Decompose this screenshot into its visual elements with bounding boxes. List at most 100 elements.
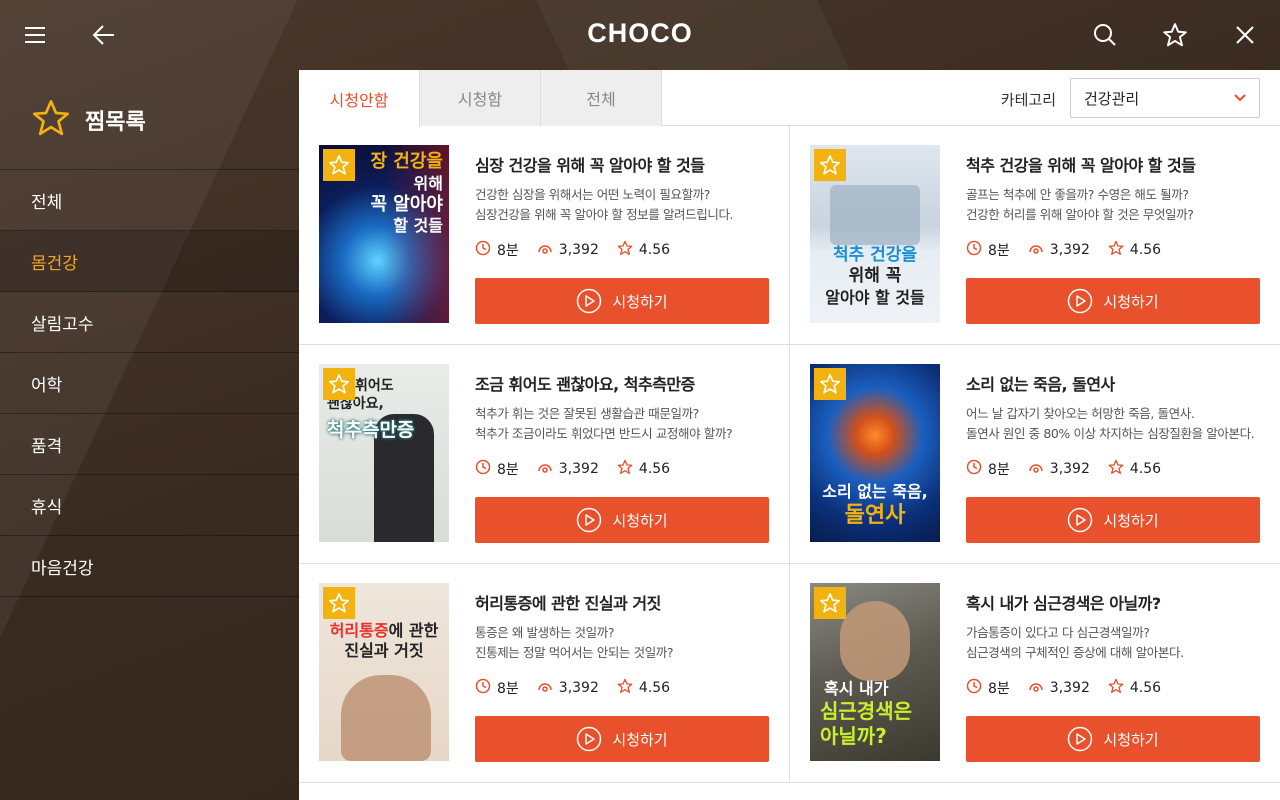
views-icon [537,459,553,479]
thumbnail-sudden-death[interactable]: 소리 없는 죽음, 돌연사 [810,364,940,542]
rating-star-icon [617,678,633,698]
thumbnail-back-pain[interactable]: 허리통증에 관한 진실과 거짓 [319,583,449,761]
rating: 4.56 [638,241,671,258]
sidebar-item-mind-health[interactable]: 마음건강 [0,536,299,597]
cover-text: 혹시 내가 [824,679,889,698]
description-line: 돌연사 원인 중 80% 이상 차지하는 심장질환을 알아본다. [966,426,1255,442]
rating-star-icon [1108,459,1124,479]
sidebar: 찜목록 전체 몸건강 살림고수 어학 품격 휴식 마음건강 [0,70,299,800]
rating: 4.56 [1129,460,1162,477]
duration: 8분 [988,242,1010,259]
cover-text: 위해 꼭 [848,266,902,287]
star-icon[interactable] [1155,15,1195,55]
chevron-down-icon [1233,91,1247,109]
views-icon [1028,240,1044,260]
cover-text: 허리통증 [329,621,389,640]
description-line: 골프는 척추에 안 좋을까? 수영은 해도 될까? [966,187,1189,202]
rating: 4.56 [638,460,671,477]
tab-watched[interactable]: 시청함 [420,70,541,126]
play-button[interactable]: 시청하기 [966,278,1260,324]
favorite-star-icon[interactable] [323,149,355,181]
favorite-star-icon[interactable] [814,149,846,181]
views-icon [537,240,553,260]
play-button[interactable]: 시청하기 [475,497,769,543]
card-info: 허리통증에 관한 진실과 거짓 통증은 왜 발생하는 것일까? 진통제는 정말 … [475,590,769,698]
content-card: 소리 없는 죽음, 돌연사 소리 없는 죽음, 돌연사 어느 날 갑자기 찾아오… [790,345,1280,564]
card-meta: 8분 3,392 4.56 [475,459,769,479]
rating-star-icon [1108,678,1124,698]
rating-star-icon [617,459,633,479]
clock-icon [966,459,982,479]
card-meta: 8분 3,392 4.56 [966,240,1260,260]
search-icon[interactable] [1085,15,1125,55]
sidebar-item-rest[interactable]: 휴식 [0,475,299,536]
close-icon[interactable] [1225,15,1265,55]
cover-text: 척추측만증 [327,419,415,441]
card-description: 골프는 척추에 안 좋을까? 수영은 해도 될까? 건강한 허리를 위해 알아야… [966,185,1260,226]
cover-text: 돌연사 [844,503,906,528]
tab-all[interactable]: 전체 [541,70,662,126]
duration: 8분 [988,461,1010,478]
play-button[interactable]: 시청하기 [475,278,769,324]
sidebar-item-language[interactable]: 어학 [0,353,299,414]
sidebar-item-all[interactable]: 전체 [0,170,299,231]
sidebar-item-dignity[interactable]: 품격 [0,414,299,475]
view-count: 3,392 [1049,460,1090,477]
card-meta: 8분 3,392 4.56 [475,240,769,260]
thumbnail-heart[interactable]: 장 건강을 위해 꼭 알아야 할 것들 [319,145,449,323]
card-title[interactable]: 혹시 내가 심근경색은 아닐까? [966,590,1260,614]
play-icon [1068,507,1093,533]
description-line: 척추가 휘는 것은 잘못된 생활습관 때문일까? [475,406,699,421]
play-icon [1068,726,1093,752]
cover-text: 위해 [413,173,443,193]
category-selected-value: 건강관리 [1084,89,1140,108]
clock-icon [966,240,982,260]
clock-icon [475,240,491,260]
cover-text: 알아야 할 것들 [825,287,925,307]
cover-text: 에 관한 [388,621,439,640]
card-title[interactable]: 조금 휘어도 괜찮아요, 척추측만증 [475,371,769,395]
card-title[interactable]: 심장 건강을 위해 꼭 알아야 할 것들 [475,152,769,176]
description-line: 진통제는 정말 먹어서는 안되는 것일까? [475,645,674,661]
favorite-star-icon[interactable] [323,587,355,619]
clock-icon [475,678,491,698]
play-button[interactable]: 시청하기 [966,716,1260,762]
content-card: 허리통증에 관한 진실과 거짓 허리통증에 관한 진실과 거짓 통증은 왜 발생… [299,564,790,783]
favorite-star-icon[interactable] [814,368,846,400]
content-card: 장 건강을 위해 꼭 알아야 할 것들 심장 건강을 위해 꼭 알아야 할 것들… [299,126,790,345]
description-line: 심장건강을 위해 꼭 알아야 할 정보를 알려드립니다. [475,207,734,223]
sidebar-item-housekeeping[interactable]: 살림고수 [0,292,299,353]
view-count: 3,392 [1049,241,1090,258]
card-meta: 8분 3,392 4.56 [475,678,769,698]
card-title[interactable]: 척추 건강을 위해 꼭 알아야 할 것들 [966,152,1260,176]
play-button[interactable]: 시청하기 [966,497,1260,543]
cover-text: 심근경색은 [820,699,912,723]
star-icon [31,98,71,142]
cover-text: 허리통증에 관한 [319,621,449,641]
content-card: 휘어도 괜찮아요, 척추측만증 조금 휘어도 괜찮아요, 척추측만증 척추가 휘… [299,345,790,564]
sidebar-item-body-health[interactable]: 몸건강 [0,231,299,292]
favorite-star-icon[interactable] [814,587,846,619]
sidebar-title: 찜목록 [85,109,146,135]
thumbnail-scoliosis[interactable]: 휘어도 괜찮아요, 척추측만증 [319,364,449,542]
play-button-label: 시청하기 [1103,292,1159,311]
card-title[interactable]: 허리통증에 관한 진실과 거짓 [475,590,769,614]
card-info: 조금 휘어도 괜찮아요, 척추측만증 척추가 휘는 것은 잘못된 생활습관 때문… [475,371,769,479]
card-title[interactable]: 소리 없는 죽음, 돌연사 [966,371,1260,395]
view-count: 3,392 [558,460,599,477]
play-button-label: 시청하기 [612,730,668,749]
tab-not-watched[interactable]: 시청안함 [299,70,420,127]
category-select[interactable]: 건강관리 [1070,78,1260,118]
card-description: 통증은 왜 발생하는 것일까? 진통제는 정말 먹어서는 안되는 것일까? [475,623,769,664]
play-button[interactable]: 시청하기 [475,716,769,762]
cover-text: 꼭 알아야 [370,193,443,215]
thumbnail-heart-attack[interactable]: 혹시 내가 심근경색은 아닐까? [810,583,940,761]
description-line: 건강한 심장을 위해서는 어떤 노력이 필요할까? [475,187,711,202]
content-card: 척추 건강을 위해 꼭 알아야 할 것들 척추 건강을 위해 꼭 알아야 할 것… [790,126,1280,345]
description-line: 어느 날 갑자기 찾아오는 허망한 죽음, 돌연사. [966,406,1195,421]
favorite-star-icon[interactable] [323,368,355,400]
clock-icon [966,678,982,698]
rating: 4.56 [638,679,671,696]
thumbnail-spine[interactable]: 척추 건강을 위해 꼭 알아야 할 것들 [810,145,940,323]
card-description: 척추가 휘는 것은 잘못된 생활습관 때문일까? 척추가 조금이라도 휘었다면 … [475,404,769,445]
